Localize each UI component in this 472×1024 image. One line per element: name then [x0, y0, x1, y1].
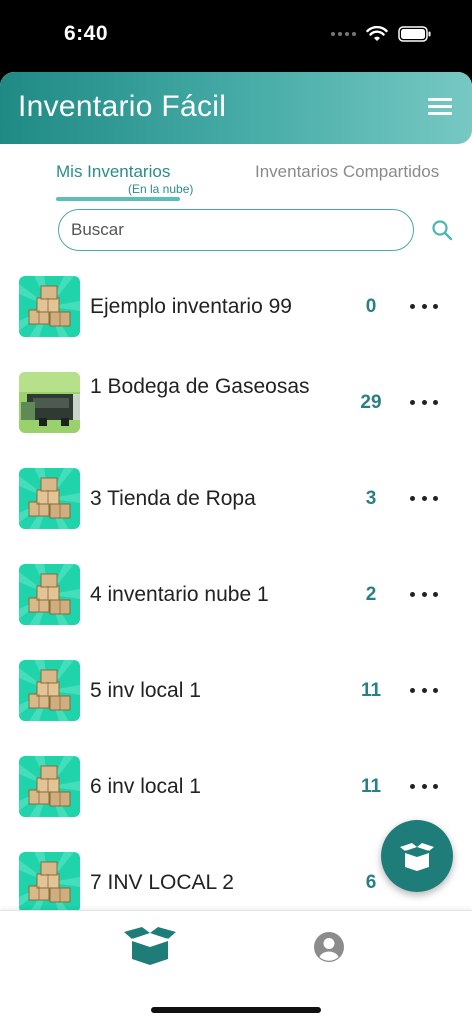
boxes-icon [19, 756, 80, 817]
add-inventory-button[interactable] [381, 820, 453, 892]
inventory-name: 5 inv local 1 [90, 679, 201, 702]
boxes-icon [19, 660, 80, 721]
list-item[interactable]: 3 Tienda de Ropa 3 [0, 452, 472, 548]
inventory-count: 2 [365, 584, 377, 605]
app-header: Inventario Fácil [0, 72, 472, 144]
boxes-icon [19, 276, 80, 337]
boxes-icon [19, 564, 80, 625]
battery-icon [398, 26, 431, 42]
truck-image [19, 372, 80, 433]
active-tab-indicator [56, 197, 180, 201]
status-icons [331, 26, 432, 42]
cellular-signal-icon [331, 32, 356, 36]
app-title: Inventario Fácil [18, 90, 227, 123]
list-item[interactable]: 5 inv local 1 11 [0, 644, 472, 740]
open-box-icon [400, 843, 434, 871]
status-time: 6:40 [64, 22, 109, 45]
tab-my-inventories[interactable]: Mis Inventarios (En la nube) [56, 162, 193, 202]
search-icon[interactable] [430, 218, 454, 242]
status-bar: 6:40 [0, 0, 472, 72]
inventory-tabs: Mis Inventarios (En la nube) Inventarios… [0, 152, 472, 202]
inventory-count: 29 [360, 392, 382, 413]
tab-my-inventories-label: Mis Inventarios [56, 162, 171, 181]
inventory-count: 11 [360, 776, 382, 797]
wifi-icon [366, 26, 388, 41]
list-item[interactable]: 6 inv local 1 11 [0, 740, 472, 836]
more-horizontal-icon[interactable] [410, 296, 438, 316]
more-horizontal-icon[interactable] [410, 776, 438, 796]
more-horizontal-icon[interactable] [410, 392, 438, 412]
list-item[interactable]: 4 inventario nube 1 2 [0, 548, 472, 644]
boxes-icon [19, 468, 80, 529]
tab-my-inventories-sublabel: (En la nube) [128, 182, 194, 196]
inventory-name: 4 inventario nube 1 [90, 583, 269, 606]
user-circle-icon[interactable] [313, 931, 345, 963]
list-item[interactable]: 1 Bodega de Gaseosas 29 [0, 356, 472, 452]
inventory-name: 1 Bodega de Gaseosas [90, 375, 310, 398]
inventory-count: 11 [360, 680, 382, 701]
more-horizontal-icon[interactable] [410, 488, 438, 508]
hamburger-icon[interactable] [428, 98, 452, 118]
search-input[interactable] [58, 209, 414, 251]
home-indicator [151, 1007, 321, 1013]
boxes-icon [19, 852, 80, 913]
inventory-name: Ejemplo inventario 99 [90, 295, 292, 318]
list-item[interactable]: Ejemplo inventario 99 0 [0, 260, 472, 356]
app-screen: Inventario Fácil Mis Inventarios (En la … [0, 72, 472, 1024]
inventory-name: 6 inv local 1 [90, 775, 201, 798]
more-horizontal-icon[interactable] [410, 680, 438, 700]
inventory-name: 7 INV LOCAL 2 [90, 871, 234, 894]
inventory-count: 0 [365, 296, 377, 317]
tab-shared-inventories[interactable]: Inventarios Compartidos [255, 162, 460, 182]
inventory-name: 3 Tienda de Ropa [90, 487, 256, 510]
open-box-icon[interactable] [124, 925, 176, 965]
more-horizontal-icon[interactable] [410, 584, 438, 604]
inventory-count: 3 [365, 488, 377, 509]
